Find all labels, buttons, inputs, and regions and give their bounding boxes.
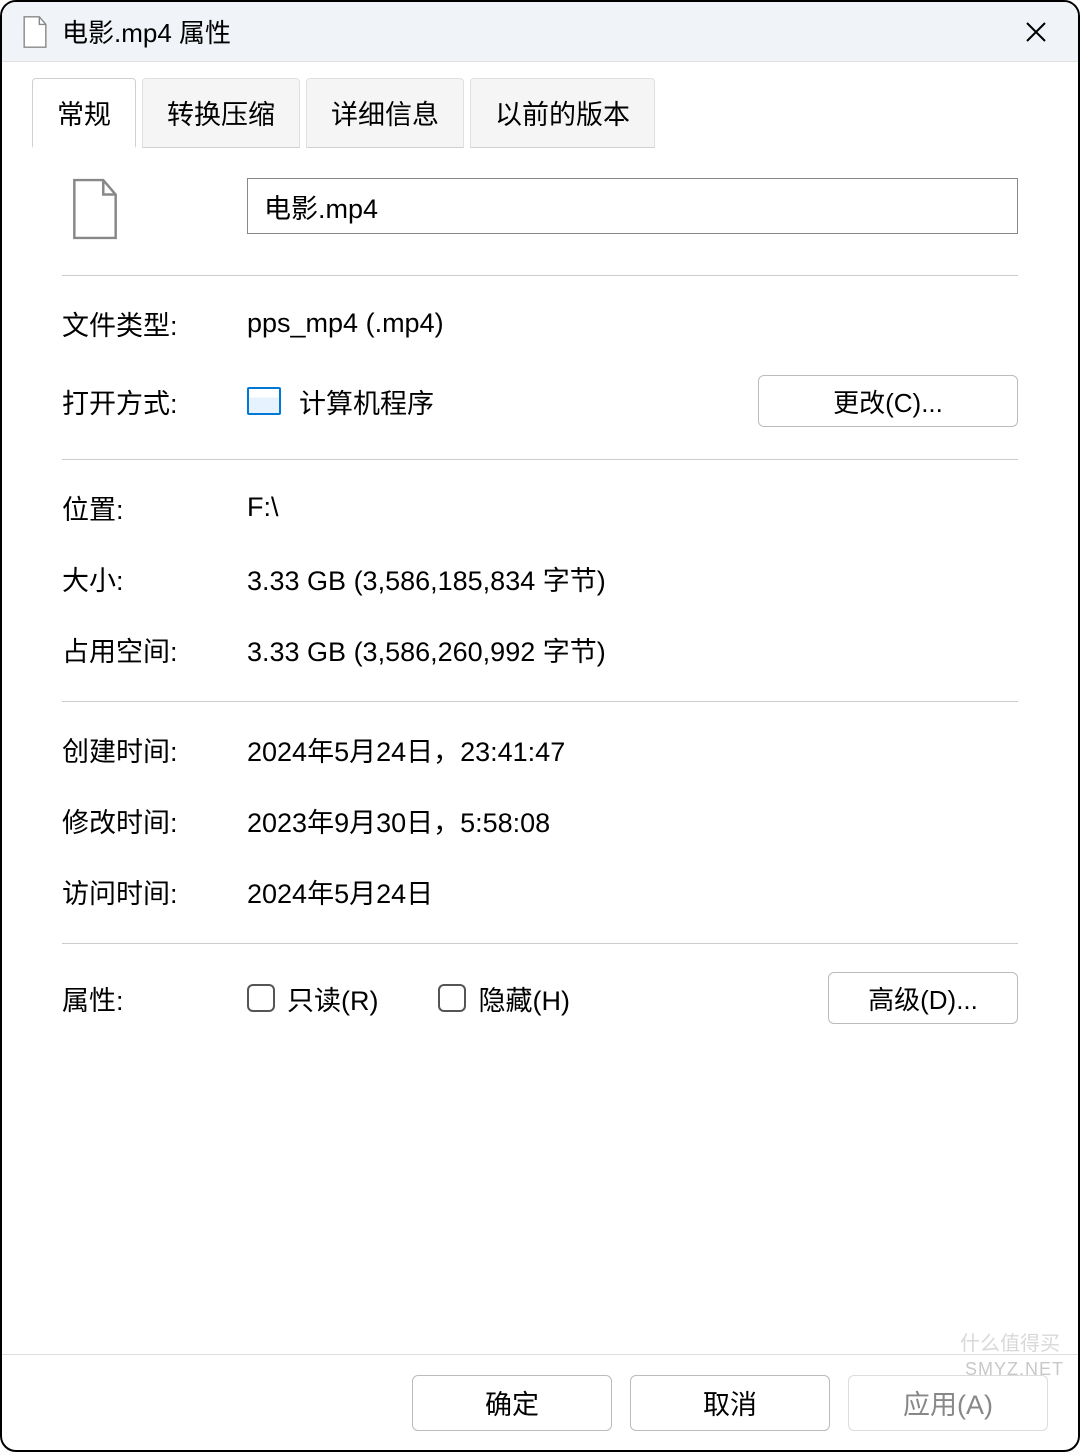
apply-button[interactable]: 应用(A) — [848, 1375, 1048, 1431]
accessed-value: 2024年5月24日 — [247, 872, 1018, 911]
hidden-label: 隐藏(H) — [478, 979, 569, 1018]
modified-value: 2023年9月30日，5:58:08 — [247, 801, 1018, 840]
file-type-value: pps_mp4 (.mp4) — [247, 308, 1018, 339]
divider — [62, 459, 1018, 460]
close-button[interactable] — [1014, 10, 1058, 54]
close-icon — [1024, 20, 1048, 44]
opens-with-label: 打开方式: — [62, 382, 247, 421]
location-value: F:\ — [247, 492, 1018, 523]
file-type-icon — [70, 178, 120, 240]
divider — [62, 275, 1018, 276]
location-label: 位置: — [62, 488, 247, 527]
size-value: 3.33 GB (3,586,185,834 字节) — [247, 559, 1018, 598]
divider — [62, 701, 1018, 702]
accessed-label: 访问时间: — [62, 872, 247, 911]
change-button[interactable]: 更改(C)... — [758, 375, 1018, 427]
tab-general[interactable]: 常规 — [32, 78, 136, 148]
window-title: 电影.mp4 属性 — [62, 13, 1014, 50]
readonly-checkbox[interactable] — [247, 984, 275, 1012]
hidden-checkbox[interactable] — [438, 984, 466, 1012]
created-value: 2024年5月24日，23:41:47 — [247, 730, 1018, 769]
properties-dialog: 电影.mp4 属性 常规 转换压缩 详细信息 以前的版本 文件 — [0, 0, 1080, 1452]
modified-label: 修改时间: — [62, 801, 247, 840]
content-area: 文件类型: pps_mp4 (.mp4) 打开方式: 计算机程序 更改(C)..… — [2, 148, 1078, 1354]
attributes-label: 属性: — [62, 979, 247, 1018]
readonly-label: 只读(R) — [287, 979, 378, 1018]
ok-button[interactable]: 确定 — [412, 1375, 612, 1431]
size-on-disk-value: 3.33 GB (3,586,260,992 字节) — [247, 630, 1018, 669]
app-icon — [247, 387, 281, 415]
file-type-label: 文件类型: — [62, 304, 247, 343]
filename-input[interactable] — [247, 178, 1018, 234]
dialog-footer: 确定 取消 应用(A) — [2, 1354, 1078, 1450]
divider — [62, 943, 1018, 944]
opens-with-value: 计算机程序 — [299, 382, 434, 421]
tab-details[interactable]: 详细信息 — [306, 78, 464, 148]
size-on-disk-label: 占用空间: — [62, 630, 247, 669]
title-bar: 电影.mp4 属性 — [2, 2, 1078, 62]
advanced-button[interactable]: 高级(D)... — [828, 972, 1018, 1024]
size-label: 大小: — [62, 559, 247, 598]
created-label: 创建时间: — [62, 730, 247, 769]
tab-previous-versions[interactable]: 以前的版本 — [470, 78, 655, 148]
tab-convert[interactable]: 转换压缩 — [142, 78, 300, 148]
file-icon — [22, 15, 48, 49]
cancel-button[interactable]: 取消 — [630, 1375, 830, 1431]
tab-bar: 常规 转换压缩 详细信息 以前的版本 — [2, 62, 1078, 148]
